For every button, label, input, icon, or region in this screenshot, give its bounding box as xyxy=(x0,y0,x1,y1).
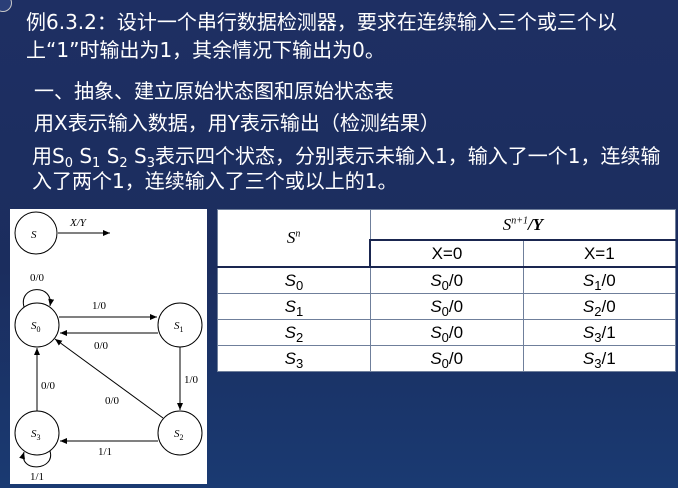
cell-x0-sub: 0 xyxy=(441,277,449,293)
state-definition: 用S0 S1 S2 S3表示四个状态，分别表示未输入1，输入了一个1，连续输入了… xyxy=(32,144,662,194)
row-state: S2 xyxy=(217,319,371,346)
cell-x0: S0/0 xyxy=(369,345,524,372)
header-next-state-sup: n+1 xyxy=(511,214,528,226)
cell-x1-sub: 1 xyxy=(594,277,602,293)
slide-corner-icon xyxy=(0,0,12,12)
state-diagram: S X/Y S0 S1 S2 S3 0/0 1/0 0/0 1/0 0/0 0/… xyxy=(10,209,207,484)
row-state: S3 xyxy=(217,345,371,372)
cell-x0-state: S xyxy=(430,348,442,368)
cell-x1-sub: 3 xyxy=(594,329,602,345)
label-s3-s0: 0/0 xyxy=(41,380,56,392)
cell-x1-state: S xyxy=(582,348,595,368)
row-state-sub: 2 xyxy=(295,329,304,345)
cell-x0-out: /0 xyxy=(448,322,464,342)
problem-title: 例6.3.2：设计一个串行数据检测器，要求在连续输入三个或三个以上“1”时输出为… xyxy=(26,10,617,62)
table-row: S2 S0/0 S3/1 xyxy=(217,319,677,346)
legend-state-text: S xyxy=(31,229,37,241)
state-diagram-svg: S X/Y S0 S1 S2 S3 0/0 1/0 0/0 1/0 0/0 0/… xyxy=(14,211,203,483)
label-s0-s1: 1/0 xyxy=(92,300,107,312)
cell-x1-sub: 2 xyxy=(594,303,602,319)
cell-x1-out: /0 xyxy=(601,270,616,290)
cell-x0-sub: 0 xyxy=(441,355,449,371)
cell-x0: S0/0 xyxy=(369,293,524,320)
cell-x1: S3/1 xyxy=(522,319,677,346)
label-self-s3: 1/1 xyxy=(30,471,44,483)
row-state: S0 xyxy=(217,266,371,294)
states-prefix: 用 xyxy=(32,144,52,168)
cell-x0-out: /0 xyxy=(448,270,464,290)
header-x0: X=0 xyxy=(369,239,524,268)
row-state-name: S xyxy=(284,348,296,368)
xy-definition: 用X表示输入数据，用Y表示输出（检测结果） xyxy=(34,111,440,135)
cell-x0-sub: 0 xyxy=(441,303,449,319)
row-state-name: S xyxy=(284,322,296,342)
cell-x1-state: S xyxy=(582,270,595,290)
cell-x1: S1/0 xyxy=(522,266,677,294)
row-state-name: S xyxy=(284,270,296,290)
row-state-sub: 3 xyxy=(295,355,304,371)
header-next-state-text: S xyxy=(502,214,512,234)
row-state-name: S xyxy=(284,296,296,316)
label-s2-s3: 1/1 xyxy=(98,446,112,458)
label-s1-s0: 0/0 xyxy=(94,340,109,352)
cell-x1-out: /0 xyxy=(601,296,616,316)
cell-x0-out: /0 xyxy=(448,348,464,368)
cell-x0-state: S xyxy=(430,322,442,342)
label-self-s0: 0/0 xyxy=(30,272,45,284)
header-next-state-output: Sn+1/Y xyxy=(369,209,677,241)
state-name-2: S xyxy=(106,144,120,168)
label-s2-s0: 0/0 xyxy=(105,395,120,407)
legend-label: X/Y xyxy=(69,217,88,229)
cell-x1-out: /1 xyxy=(601,322,616,342)
cell-x0-state: S xyxy=(430,270,442,290)
cell-x1-sub: 3 xyxy=(594,355,602,371)
row-state: S1 xyxy=(217,293,371,320)
cell-x1-state: S xyxy=(582,322,595,342)
cell-x1: S2/0 xyxy=(522,293,677,320)
row-state-sub: 1 xyxy=(295,303,304,319)
cell-x1-out: /1 xyxy=(601,348,616,368)
cell-x0-out: /0 xyxy=(448,296,464,316)
states-description: 表示四个状态，分别表示未输入1，输入了一个1，连续输入了两个1，连续输入了三个或… xyxy=(32,144,661,193)
table-row: S0 S0/0 S1/0 xyxy=(217,266,677,294)
header-x1: X=1 xyxy=(522,239,677,268)
state-table: Sn Sn+1/Y X=0 X=1 S0 S0/0 S1/0 S1 S0/0 S… xyxy=(217,209,677,372)
cell-x0: S0/0 xyxy=(369,319,524,346)
header-current-state: Sn xyxy=(217,209,371,268)
state-name-0: S xyxy=(52,144,65,168)
step-heading: 一、抽象、建立原始状态图和原始状态表 xyxy=(34,79,394,103)
state-name-3: S xyxy=(134,144,147,168)
label-s1-s2: 1/0 xyxy=(184,374,199,386)
cell-x0: S0/0 xyxy=(369,266,524,294)
state-name-1: S xyxy=(79,144,93,168)
header-output-suffix: /Y xyxy=(527,214,544,234)
row-state-sub: 0 xyxy=(295,277,304,293)
cell-x0-sub: 0 xyxy=(441,329,449,345)
cell-x1: S3/1 xyxy=(522,345,677,372)
cell-x1-state: S xyxy=(582,296,595,316)
table-row: S1 S0/0 S2/0 xyxy=(217,293,677,320)
header-current-state-sup: n xyxy=(295,228,301,240)
cell-x0-state: S xyxy=(430,296,442,316)
table-row: S3 S0/0 S3/1 xyxy=(217,345,677,372)
